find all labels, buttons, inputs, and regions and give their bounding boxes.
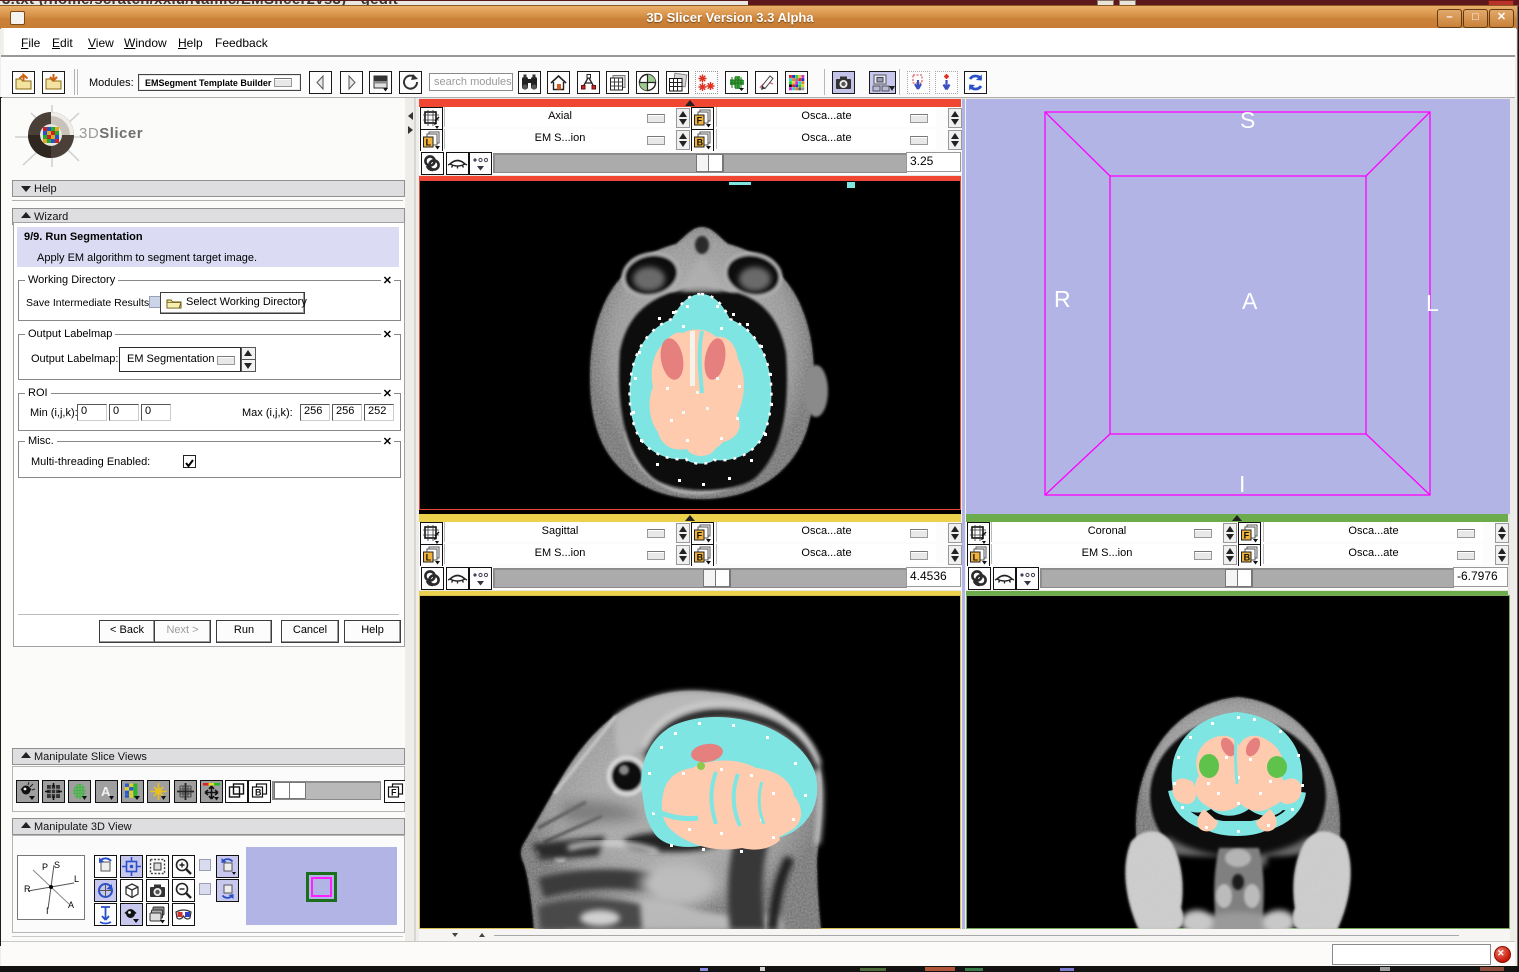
svg-text:F: F — [1244, 530, 1250, 540]
svg-text:I: I — [46, 906, 49, 916]
svg-text:L: L — [973, 552, 979, 562]
svg-text:F: F — [391, 788, 397, 798]
svg-text:S: S — [54, 860, 60, 870]
svg-text:A: A — [1242, 288, 1258, 314]
svg-text:L: L — [426, 137, 432, 147]
svg-text:B: B — [697, 137, 704, 147]
svg-text:B: B — [255, 788, 262, 798]
svg-text:F: F — [697, 530, 703, 540]
svg-text:L: L — [1426, 290, 1439, 316]
svg-text:F: F — [697, 115, 703, 125]
svg-text:S: S — [1240, 107, 1255, 133]
svg-text:L: L — [74, 874, 79, 884]
svg-text:R: R — [1054, 286, 1071, 312]
svg-text:L: L — [426, 552, 432, 562]
svg-text:P: P — [42, 862, 48, 872]
svg-text:B: B — [1244, 552, 1251, 562]
svg-text:A: A — [68, 900, 74, 910]
svg-text:R: R — [24, 884, 31, 894]
svg-text:B: B — [697, 552, 704, 562]
svg-text:I: I — [1239, 471, 1245, 497]
